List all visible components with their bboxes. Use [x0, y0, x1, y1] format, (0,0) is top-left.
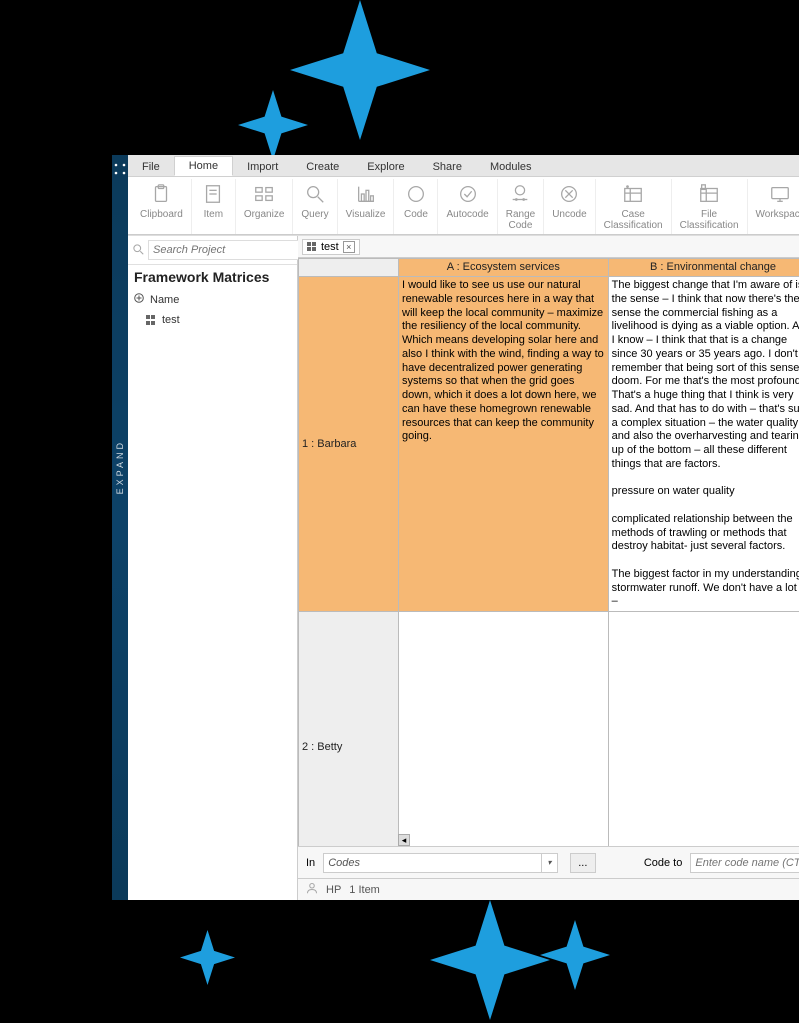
ribbon: ClipboardItemOrganizeQueryVisualizeCodeA… [128, 177, 799, 235]
browse-button[interactable]: ... [570, 853, 596, 873]
scroll-left-icon[interactable]: ◂ [398, 834, 410, 846]
expand-label: EXPAND [115, 440, 125, 494]
close-icon[interactable]: × [343, 241, 355, 253]
ribbon-range-button[interactable]: RangeCode [498, 179, 544, 234]
sparkle-icon [540, 920, 610, 990]
nav-title: Framework Matrices [128, 265, 297, 289]
tab-import[interactable]: Import [233, 158, 292, 176]
main-panel: test × A : Ecosystem servicesB : Environ… [298, 236, 799, 900]
tab-modules[interactable]: Modules [476, 158, 546, 176]
user-icon [306, 882, 318, 897]
matrix-cell-text: I would like to see us use our natural r… [402, 279, 605, 444]
code-bar: In ▾ ... Code to [298, 846, 799, 878]
add-icon[interactable] [134, 293, 144, 306]
tab-home[interactable]: Home [174, 156, 233, 176]
ribbon-fileclass-button[interactable]: FileClassification [672, 179, 748, 234]
ribbon-autocode-button[interactable]: Autocode [438, 179, 497, 234]
tab-share[interactable]: Share [419, 158, 476, 176]
tab-explore[interactable]: Explore [353, 158, 418, 176]
dropdown-icon[interactable]: ▾ [542, 853, 558, 873]
code-to-input[interactable] [690, 853, 799, 873]
search-input[interactable] [148, 240, 301, 260]
nav-item[interactable]: test [128, 310, 297, 330]
ribbon-tabs: FileHomeImportCreateExploreShareModules [128, 155, 799, 177]
nav-name-label: Name [150, 294, 179, 306]
ribbon-uncode-button[interactable]: Uncode [544, 179, 595, 234]
tab-file[interactable]: File [128, 158, 174, 176]
document-tab-label: test [321, 241, 339, 253]
matrix-column-header[interactable]: B : Environmental change [608, 259, 799, 277]
matrix-icon [307, 242, 317, 252]
nav-panel: ▾ Framework Matrices Name test [128, 236, 298, 900]
sparkle-icon [238, 90, 308, 160]
tab-create[interactable]: Create [292, 158, 353, 176]
matrix-cell[interactable]: I would like to see us use our natural r… [399, 277, 609, 612]
ribbon-query-button[interactable]: Query [293, 179, 337, 234]
matrix-cell[interactable] [399, 612, 609, 847]
sparkle-icon [430, 900, 550, 1020]
code-to-label: Code to [644, 857, 683, 869]
ribbon-workspace-button[interactable]: Workspace [748, 179, 799, 234]
status-items: 1 Item [349, 884, 380, 896]
matrix-cell[interactable]: The biggest change that I'm aware of is … [608, 277, 799, 612]
document-tab-row: test × [298, 236, 799, 258]
framework-matrix: A : Ecosystem servicesB : Environmental … [298, 258, 799, 846]
status-user: HP [326, 884, 341, 896]
ribbon-organize-button[interactable]: Organize [236, 179, 294, 234]
codes-input[interactable] [323, 853, 542, 873]
ribbon-clipboard-button[interactable]: Clipboard [132, 179, 192, 234]
app-window: EXPAND FileHomeImportCreateExploreShareM… [112, 155, 799, 900]
document-tab[interactable]: test × [302, 239, 360, 255]
nav-item-label: test [162, 314, 180, 326]
matrix-icon [146, 315, 156, 325]
status-bar: HP 1 Item [298, 878, 799, 900]
matrix-column-header[interactable]: A : Ecosystem services [399, 259, 609, 277]
ribbon-code-button[interactable]: Code [394, 179, 438, 234]
ribbon-caseclass-button[interactable]: CaseClassification [596, 179, 672, 234]
sparkle-icon [180, 930, 235, 985]
ribbon-visualize-button[interactable]: Visualize [338, 179, 395, 234]
matrix-row-header[interactable]: 2 : Betty [299, 612, 399, 847]
matrix-corner [299, 259, 399, 277]
launcher-icon[interactable] [112, 161, 128, 180]
matrix-cell-text: The biggest change that I'm aware of is … [612, 279, 799, 609]
matrix-cell[interactable] [608, 612, 799, 847]
matrix-viewport[interactable]: A : Ecosystem servicesB : Environmental … [298, 258, 799, 846]
nav-column-header[interactable]: Name [128, 289, 297, 310]
matrix-row-header[interactable]: 1 : Barbara [299, 277, 399, 612]
search-icon [132, 243, 144, 258]
ribbon-item-button[interactable]: Item [192, 179, 236, 234]
in-label: In [306, 857, 315, 869]
expand-rail[interactable]: EXPAND [112, 155, 128, 900]
sparkle-icon [290, 0, 430, 140]
